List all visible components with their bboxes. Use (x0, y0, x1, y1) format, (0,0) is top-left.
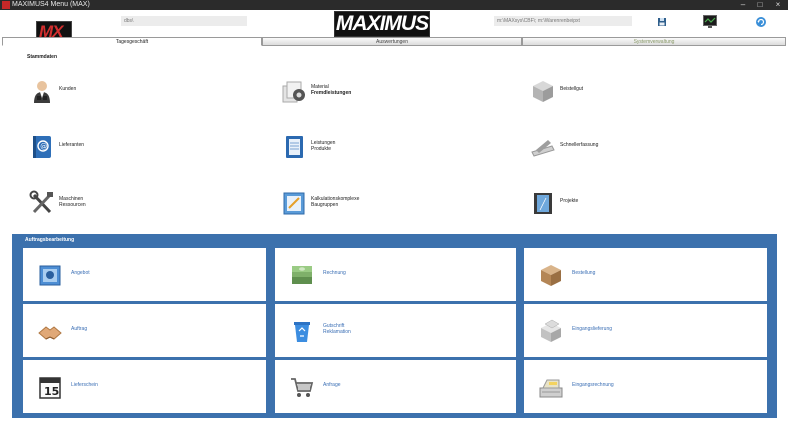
schnellerfassung-label: Schnellerfassung (560, 142, 599, 148)
kunden-label: Kunden (59, 86, 77, 92)
eingangsrechnung-tile[interactable]: Eingangsrechnung (524, 360, 767, 413)
maschinen-label: Maschinen Ressourcen (59, 196, 86, 208)
refresh-icon[interactable] (755, 16, 767, 28)
projekte-label: Projekte (560, 198, 579, 204)
eingangslieferung-tile[interactable]: Eingangslieferung (524, 304, 767, 357)
svg-text:@: @ (40, 143, 47, 151)
offer-icon (37, 262, 63, 288)
angebot-tile[interactable]: Angebot (23, 248, 266, 301)
bestellung-label: Bestellung (572, 270, 596, 276)
package-icon (538, 262, 564, 288)
save-icon[interactable] (656, 16, 668, 28)
customers-icon (29, 78, 55, 104)
box-icon (530, 78, 556, 104)
rechnung-tile[interactable]: Rechnung (275, 248, 516, 301)
stapler-icon (530, 134, 556, 160)
svg-text:15: 15 (44, 385, 59, 398)
auftrag-tile[interactable]: Auftrag (23, 304, 266, 357)
angebot-label: Angebot (71, 270, 90, 276)
lieferanten-label: Lieferanten (59, 142, 85, 148)
material-gear-icon (281, 78, 307, 104)
leistungen-item[interactable]: Leistungen Produkte (281, 134, 431, 162)
eingangsrechnung-label: Eingangsrechnung (572, 382, 614, 388)
anfrage-tile[interactable]: Anfrage (275, 360, 516, 413)
notebook-icon (281, 134, 307, 160)
bestellung-tile[interactable]: Bestellung (524, 248, 767, 301)
minimize-button[interactable]: – (735, 0, 751, 10)
kalkulation-label: Kalkulationskomplexe Baugruppen (311, 196, 360, 208)
kunden-item[interactable]: Kunden (29, 78, 179, 106)
path-field[interactable]: m:\MAXsys\CBF\; m:\Warenrenbeipxt (494, 16, 632, 26)
handshake-icon (37, 318, 63, 344)
user-field[interactable]: dbs\ (121, 16, 247, 26)
auftragsbearbeitung-heading: Auftragsbearbeitung (25, 237, 75, 243)
cash-register-icon (538, 374, 564, 400)
folder-icon (530, 190, 556, 216)
eingangslieferung-label: Eingangslieferung (572, 326, 613, 332)
lieferschein-tile[interactable]: 15 Lieferschein (23, 360, 266, 413)
tools-icon (29, 190, 55, 216)
app-icon (2, 1, 10, 9)
auftrag-label: Auftrag (71, 326, 88, 332)
beistellgut-label: Beistellgut (560, 86, 584, 92)
lieferschein-label: Lieferschein (71, 382, 98, 388)
tab-tagesgeschaeft[interactable]: Tagesgeschäft (2, 37, 262, 46)
maximus-logo: MAXIMUS (334, 11, 430, 37)
money-icon (289, 262, 315, 288)
calendar-icon: 15 (37, 374, 63, 400)
projekte-item[interactable]: Projekte (530, 190, 680, 218)
close-button[interactable]: × (770, 0, 786, 10)
kalkulation-item[interactable]: Kalkulationskomplexe Baugruppen (281, 190, 431, 218)
calculation-icon (281, 190, 307, 216)
material-item[interactable]: Material Fremdleistungen (281, 78, 431, 106)
anfrage-label: Anfrage (323, 382, 341, 388)
tab-bar: Tagesgeschäft Auswertungen Systemverwalt… (0, 37, 788, 47)
auftragsbearbeitung-panel: Auftragsbearbeitung Angebot Rechnung Bes… (12, 234, 777, 418)
window-titlebar: MAXIMUS4 Menu (MAX) – □ × (0, 0, 788, 10)
monitor-icon[interactable] (703, 15, 717, 28)
tab-systemverwaltung[interactable]: Systemverwaltung (522, 37, 786, 46)
delivery-boxes-icon (538, 318, 564, 344)
gutschrift-tile[interactable]: Gutschrift Reklamation (275, 304, 516, 357)
gutschrift-label: Gutschrift Reklamation (323, 323, 351, 335)
material-label: Material Fremdleistungen (311, 84, 352, 96)
maschinen-item[interactable]: Maschinen Ressourcen (29, 190, 179, 218)
logo-text: MAXIMUS (335, 12, 429, 35)
window-title: MAXIMUS4 Menu (MAX) (12, 1, 90, 8)
tab-auswertungen[interactable]: Auswertungen (262, 37, 522, 46)
maximize-button[interactable]: □ (752, 0, 768, 10)
lieferanten-item[interactable]: @ Lieferanten (29, 134, 179, 162)
recycle-bin-icon (289, 318, 315, 344)
rechnung-label: Rechnung (323, 270, 346, 276)
shopping-cart-icon (289, 374, 315, 400)
address-book-icon: @ (29, 134, 55, 160)
stammdaten-heading: Stammdaten (27, 54, 58, 60)
leistungen-label: Leistungen Produkte (311, 140, 336, 152)
schnellerfassung-item[interactable]: Schnellerfassung (530, 134, 680, 162)
beistellgut-item[interactable]: Beistellgut (530, 78, 680, 106)
